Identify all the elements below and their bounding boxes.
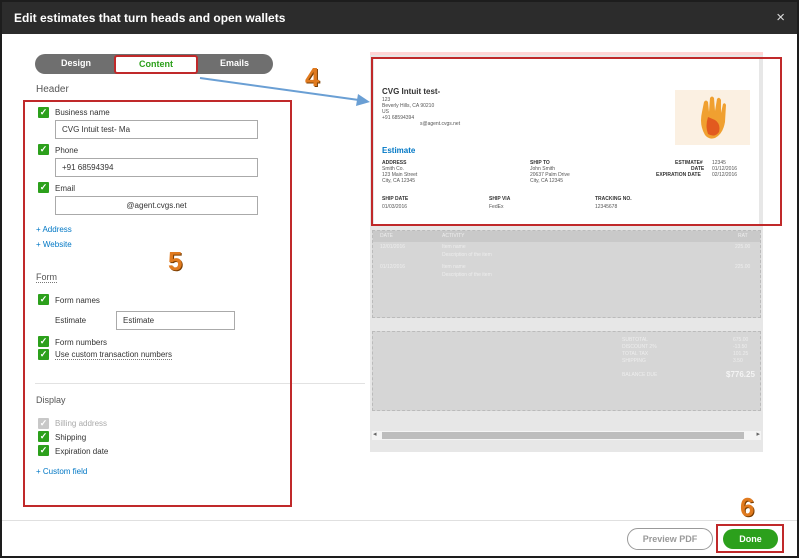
annotation-arrow xyxy=(199,77,370,106)
table-row: Item name xyxy=(442,264,466,270)
table-row: 225.00 xyxy=(735,264,751,270)
table-row: 225.00 xyxy=(735,244,751,250)
balance-due-value: $776.25 xyxy=(726,370,755,379)
table-header-rate: RAT xyxy=(738,233,748,239)
table-row: Description of the item xyxy=(442,252,492,258)
balance-due-label: BALANCE DUE xyxy=(622,372,658,378)
tab-content[interactable]: Content xyxy=(114,55,198,74)
table-row: 12/01/2016 xyxy=(380,244,406,250)
totals-value: 675.00 xyxy=(733,337,749,343)
table-row: 01/12/2016 xyxy=(380,264,406,270)
preview-scrollbar[interactable]: ◂ ▸ xyxy=(372,431,761,440)
annotation-label-6: 6 xyxy=(740,492,755,522)
scroll-right-icon[interactable]: ▸ xyxy=(756,430,760,438)
annotation-label-5: 5 xyxy=(168,246,183,276)
table-row: Item name xyxy=(442,244,466,250)
totals-value: -13.50 xyxy=(733,344,748,350)
tab-emails[interactable]: Emails xyxy=(220,58,249,68)
scroll-left-icon[interactable]: ◂ xyxy=(373,430,377,438)
header-section-title: Header xyxy=(36,84,69,95)
preview-pdf-button[interactable]: Preview PDF xyxy=(627,528,713,550)
table-row: Description of the item xyxy=(442,272,492,278)
modal-window: Edit estimates that turn heads and open … xyxy=(0,0,799,558)
table-header-date: DATE xyxy=(380,233,393,239)
totals-label: DISCOUNT 2% xyxy=(622,344,657,350)
totals-label: SHIPPING xyxy=(622,358,646,364)
annotation-label-4: 4 xyxy=(305,62,320,92)
preview-totals xyxy=(372,331,761,411)
title-bar: Edit estimates that turn heads and open … xyxy=(2,2,797,34)
preview-items-table xyxy=(372,230,761,318)
table-header-activity: ACTIVITY xyxy=(442,233,465,239)
totals-label: TOTAL TAX xyxy=(622,351,649,357)
window-title: Edit estimates that turn heads and open … xyxy=(14,11,286,25)
annotation-box-6 xyxy=(716,524,784,553)
annotation-box-4 xyxy=(371,57,782,226)
totals-value: 101.25 xyxy=(733,351,749,357)
scroll-thumb[interactable] xyxy=(382,432,744,439)
annotation-box-5 xyxy=(23,100,292,507)
totals-label: SUBTOTAL xyxy=(622,337,648,343)
tab-design[interactable]: Design xyxy=(61,58,91,68)
close-icon[interactable]: × xyxy=(776,9,785,26)
totals-value: 3.50 xyxy=(733,358,743,364)
